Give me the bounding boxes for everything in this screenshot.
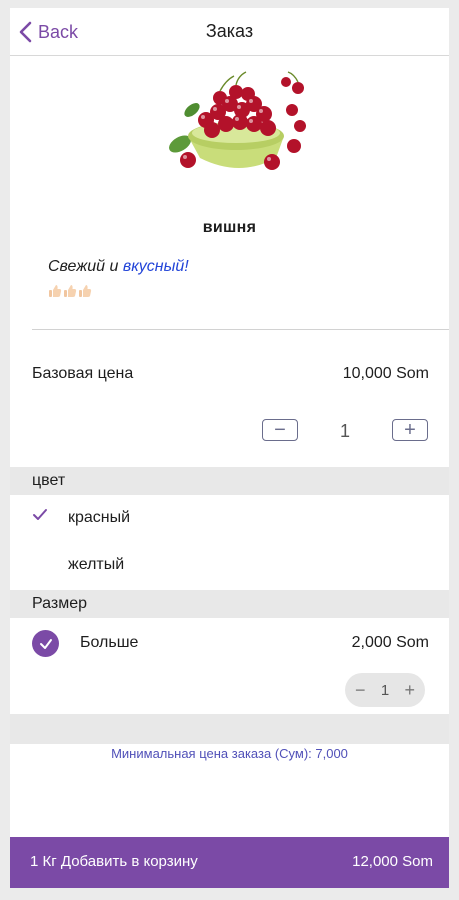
emoji-row [48, 284, 92, 298]
thumbs-up-icon [64, 285, 77, 297]
size-option-price: 2,000 Som [351, 634, 429, 651]
divider [32, 329, 449, 330]
minimum-order-note: Минимальная цена заказа (Сум): 7,000 [111, 746, 348, 761]
size-quantity-stepper: − 1 + [345, 673, 425, 707]
color-option-label: красный [68, 509, 131, 526]
size-quantity-value: 1 [380, 681, 390, 699]
quantity-value: 1 [339, 421, 350, 441]
product-name: вишня [202, 219, 257, 236]
page-title: Заказ [205, 21, 254, 41]
thumbs-up-icon [79, 285, 92, 297]
size-option-checkbox[interactable] [32, 630, 59, 657]
color-section-header: цвет [10, 467, 449, 495]
thumbs-up-icon [49, 285, 62, 297]
add-to-cart-button[interactable]: 1 Кг Добавить в корзину 12,000 Som [10, 837, 449, 888]
quantity-increment-button[interactable]: + [392, 419, 428, 441]
checkmark-icon [33, 509, 47, 520]
product-image [169, 71, 306, 170]
base-price-value: 10,000 Som [342, 365, 429, 382]
size-section-header: Размер [10, 590, 449, 618]
base-price-label: Базовая цена [32, 365, 134, 382]
color-option-red[interactable]: красный [10, 497, 449, 541]
size-increment-button[interactable]: + [404, 680, 415, 701]
product-description: Свежий и вкусный! [48, 258, 189, 276]
nav-bar: Back Заказ [10, 8, 449, 56]
color-option-yellow[interactable]: желтый [10, 544, 449, 588]
color-option-label: желтый [68, 556, 125, 573]
checkmark-icon [39, 638, 52, 649]
add-to-cart-label: 1 Кг Добавить в корзину [30, 853, 198, 870]
size-decrement-button[interactable]: − [355, 680, 366, 701]
description-text: Свежий и [48, 258, 123, 275]
cart-total: 12,000 Som [352, 853, 433, 870]
screen: Back Заказ вишня Свежий и вкусный! Базов… [10, 8, 449, 888]
size-option-label: Больше [80, 634, 139, 651]
description-highlight: вкусный! [122, 258, 189, 275]
quantity-decrement-button[interactable]: − [262, 419, 298, 441]
spacer-band [10, 714, 449, 744]
